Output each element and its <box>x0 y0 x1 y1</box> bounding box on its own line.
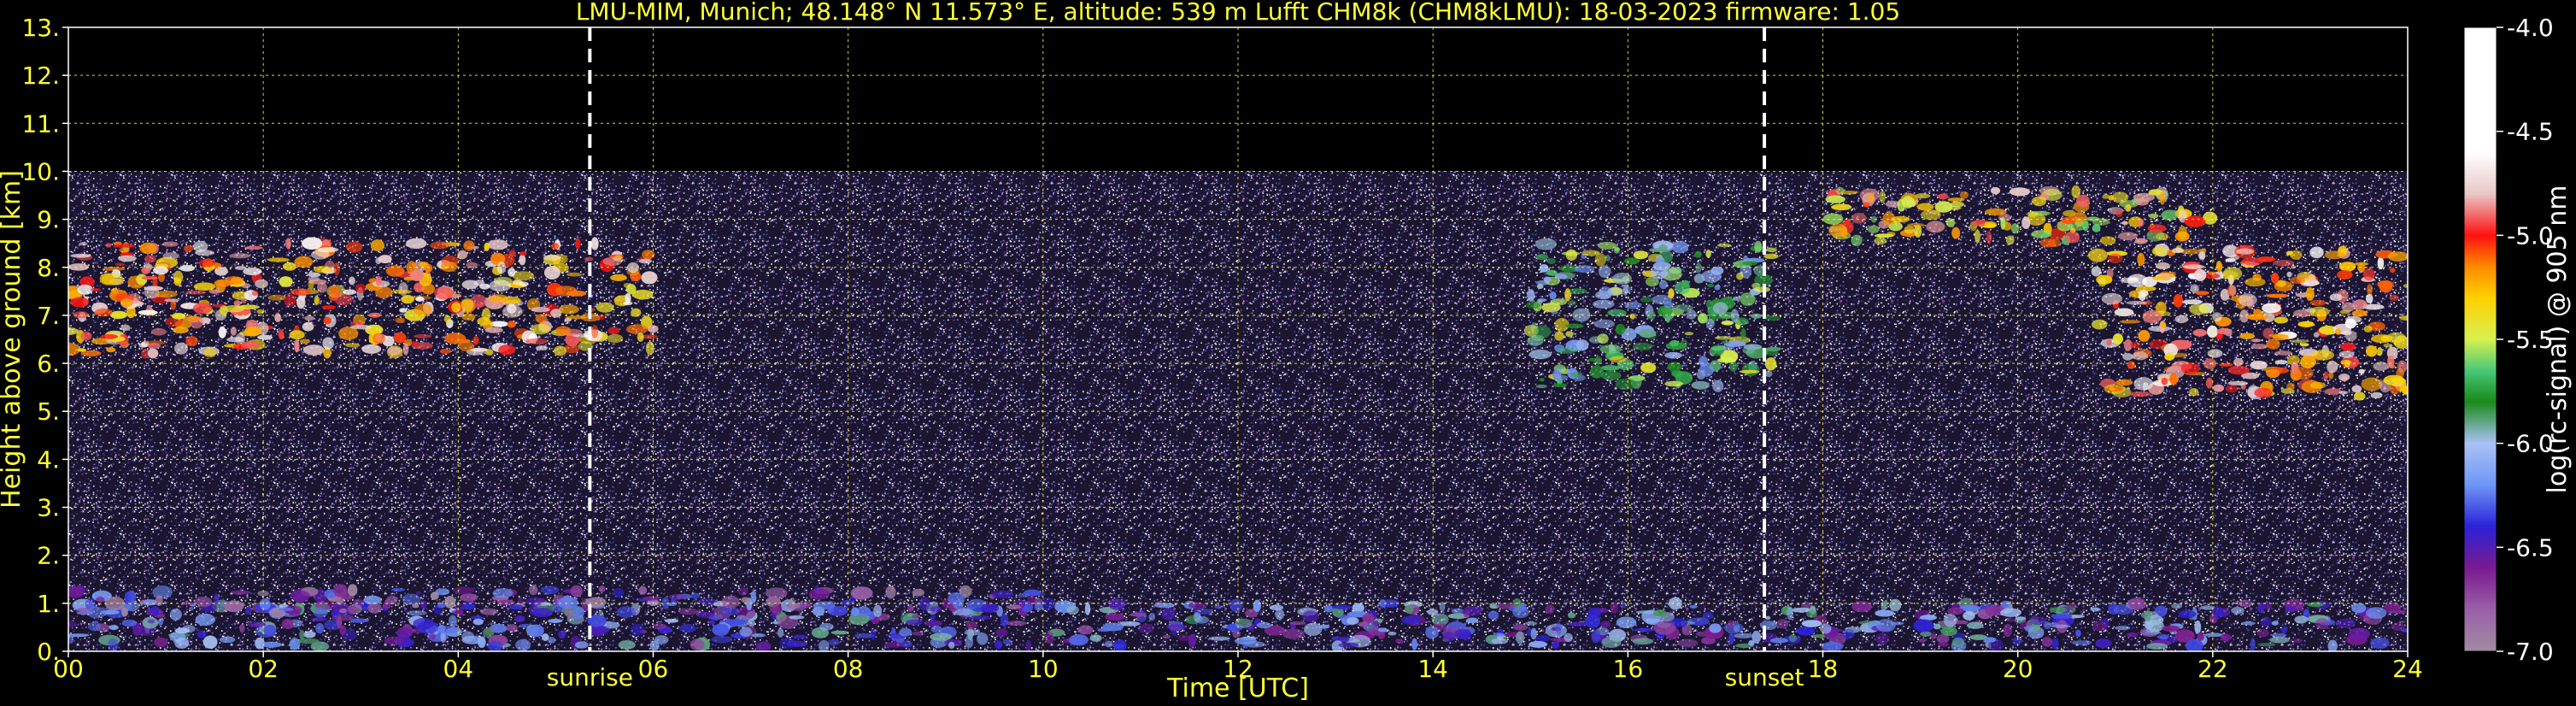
y-tick-label: 10. <box>21 157 60 185</box>
x-tick-label: 16 <box>1613 655 1644 683</box>
colorbar-tick-label: -4.5 <box>2507 118 2554 146</box>
x-tick-label: 04 <box>443 655 474 683</box>
colorbar-label: log(rc-signal) @ 905 nm <box>2543 185 2573 494</box>
y-tick-label: 9. <box>37 206 60 234</box>
x-tick-label: 06 <box>638 655 669 683</box>
colorbar-tick-label: -6.5 <box>2507 533 2554 562</box>
x-tick-label: 02 <box>248 655 279 683</box>
marker-label-sunset: sunset <box>1725 663 1804 691</box>
x-tick-label: 22 <box>2198 655 2228 683</box>
y-tick-label: 13. <box>21 14 60 42</box>
x-tick-label: 10 <box>1028 655 1059 683</box>
y-tick-label: 8. <box>37 254 60 282</box>
colorbar-tick-label: -7.0 <box>2507 638 2554 666</box>
y-tick-label: 11. <box>21 109 60 138</box>
y-axis-label: Height above ground [km] <box>0 170 26 509</box>
x-tick-label: 08 <box>833 655 864 683</box>
y-tick-label: 7. <box>37 302 60 330</box>
y-tick-label: 12. <box>21 62 60 90</box>
y-tick-label: 2. <box>37 542 60 570</box>
chart-title: LMU-MIM, Munich; 48.148° N 11.573° E, al… <box>576 0 1900 26</box>
y-tick-label: 1. <box>37 590 60 618</box>
x-tick-label: 24 <box>2392 655 2423 683</box>
y-tick-label: 0. <box>37 638 60 666</box>
ceilometer-chart: LMU-MIM, Munich; 48.148° N 11.573° E, al… <box>0 0 2573 703</box>
colorbar <box>2463 26 2497 652</box>
x-tick-label: 14 <box>1417 655 1448 683</box>
y-tick-label: 3. <box>37 494 60 522</box>
x-tick-label: 20 <box>2003 655 2033 683</box>
x-tick-label: 12 <box>1223 655 1253 683</box>
y-tick-label: 5. <box>37 397 60 426</box>
y-tick-label: 4. <box>37 445 60 474</box>
y-tick-label: 6. <box>37 350 60 378</box>
marker-label-sunrise: sunrise <box>547 663 633 691</box>
colorbar-tick-label: -4.0 <box>2507 14 2554 42</box>
x-tick-label: 18 <box>1808 655 1839 683</box>
